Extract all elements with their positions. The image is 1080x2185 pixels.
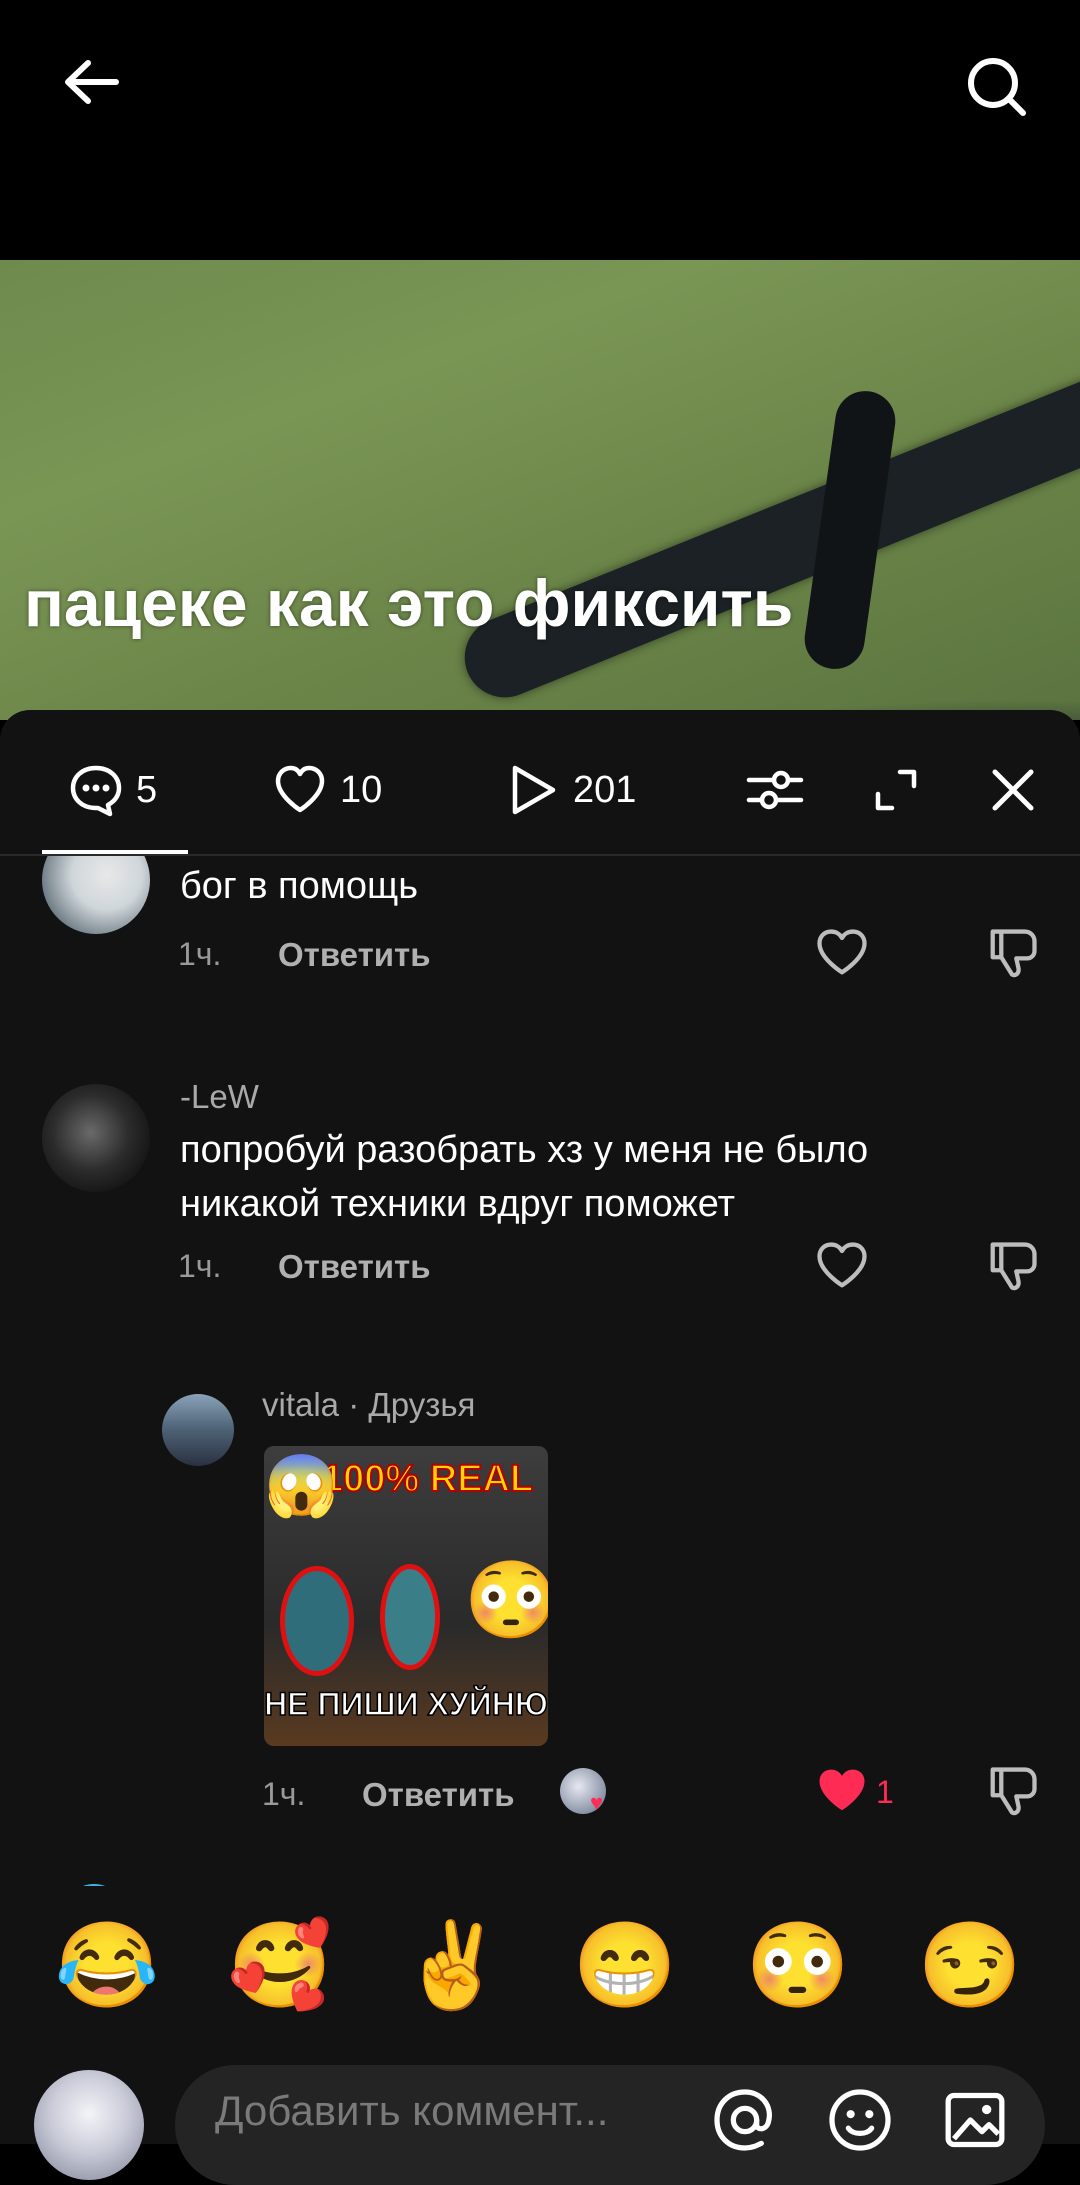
- handlebar-shape: [452, 350, 1080, 710]
- sheet-tabs: 5 10 201: [0, 710, 1080, 856]
- comment-text: бог в помощь: [180, 865, 419, 907]
- emoji-grin-button[interactable]: 😁: [570, 1910, 680, 2020]
- reply-button[interactable]: Ответить: [278, 936, 431, 974]
- comment-text-line: попробуй разобрать хз у меня не было: [180, 1129, 869, 1171]
- filter-button[interactable]: [745, 760, 805, 820]
- emoji-victory-button[interactable]: ✌️: [398, 1910, 508, 2020]
- heart-outline-icon: [817, 929, 867, 975]
- dislike-comment-button[interactable]: [982, 1236, 1042, 1296]
- close-button[interactable]: [983, 760, 1043, 820]
- comment-time: 1ч.: [178, 936, 222, 972]
- search-button[interactable]: [955, 45, 1035, 125]
- avatar[interactable]: [62, 1884, 126, 1886]
- comment-input-placeholder: Добавить коммент...: [215, 2087, 609, 2134]
- sticker-image[interactable]: 100% REAL 😱 😳 НЕ ПИШИ ХУЙНЮ: [264, 1446, 548, 1746]
- comment-author: vitala: [262, 1386, 340, 1423]
- comment-time: 1ч.: [262, 1776, 306, 1812]
- like-comment-button[interactable]: [812, 1236, 872, 1296]
- emoji-flushed-button[interactable]: 😳: [743, 1910, 853, 2020]
- thumbs-down-icon: [990, 929, 1037, 978]
- arrow-left-icon: [65, 60, 119, 104]
- emoji-picker-button[interactable]: [825, 2085, 891, 2151]
- comment-time: 1ч.: [178, 1248, 222, 1284]
- comment-input[interactable]: Добавить коммент...: [175, 2065, 1045, 2185]
- sticker-top-text: 100% REAL: [321, 1457, 534, 1501]
- like-comment-button[interactable]: [812, 1761, 872, 1821]
- expand-icon: [875, 769, 917, 811]
- back-button[interactable]: [58, 50, 138, 130]
- close-icon: [992, 769, 1034, 811]
- my-avatar[interactable]: [34, 2070, 144, 2180]
- flushed-emoji-icon: 😳: [464, 1558, 548, 1643]
- shocked-emoji-icon: 😱: [264, 1452, 339, 1519]
- top-bar: [0, 0, 1080, 260]
- tab-comments[interactable]: 5: [68, 755, 157, 825]
- red-circle-shape: [380, 1564, 440, 1670]
- tab-likes[interactable]: 10: [272, 755, 382, 825]
- comment-text-line: никакой техники вдруг поможет: [180, 1183, 735, 1225]
- avatar[interactable]: [162, 1394, 234, 1466]
- thumbs-down-icon: [990, 1767, 1037, 1816]
- attach-image-button[interactable]: [940, 2085, 1005, 2148]
- reply-button[interactable]: Ответить: [278, 1248, 431, 1286]
- comments-list[interactable]: бог в помощь 1ч. Ответить -LeW попробуй …: [0, 856, 1080, 1886]
- emoji-love-button[interactable]: 🥰: [225, 1910, 335, 2020]
- at-sign-icon: [714, 2089, 772, 2151]
- expand-button[interactable]: [866, 760, 926, 820]
- reply-button[interactable]: Ответить: [362, 1776, 515, 1814]
- avatar[interactable]: [42, 856, 150, 934]
- image-icon: [945, 2092, 1005, 2148]
- comment-bubble-icon: [70, 765, 122, 817]
- heart-filled-icon: [819, 1769, 865, 1811]
- video-caption: пацеке как это фиксить: [24, 566, 794, 640]
- tab-views[interactable]: 201: [505, 755, 636, 825]
- sliders-icon: [746, 770, 804, 810]
- like-comment-button[interactable]: [812, 923, 872, 983]
- quick-emoji-bar: 😂 🥰 ✌️ 😁 😳 😏: [0, 1900, 1080, 2040]
- comment-author-line[interactable]: vitala · Друзья: [262, 1386, 475, 1424]
- mention-button[interactable]: [710, 2085, 772, 2151]
- likes-count: 10: [340, 768, 383, 811]
- comment-author[interactable]: -LeW: [180, 1078, 259, 1116]
- emoji-smirk-button[interactable]: 😏: [915, 1910, 1025, 2020]
- emoji-laugh-button[interactable]: 😂: [52, 1910, 162, 2020]
- heart-outline-icon: [817, 1242, 867, 1288]
- dislike-comment-button[interactable]: [982, 1761, 1042, 1821]
- friends-label: · Друзья: [339, 1386, 476, 1423]
- thumbs-down-icon: [990, 1242, 1037, 1291]
- views-count: 201: [573, 768, 637, 811]
- comments-sheet: 5 10 201 бог в помощь 1ч. Ответить -LeW …: [0, 710, 1080, 2185]
- smiley-icon: [829, 2089, 891, 2151]
- video-preview[interactable]: пацеке как это фиксить: [0, 260, 1080, 720]
- dislike-comment-button[interactable]: [982, 923, 1042, 983]
- comments-count: 5: [136, 768, 158, 811]
- play-outline-icon: [512, 765, 556, 815]
- heart-outline-icon: [275, 765, 325, 813]
- creator-heart-icon: ♥: [590, 1790, 604, 1815]
- comment-input-row: Добавить коммент...: [0, 2050, 1080, 2185]
- red-circle-shape: [280, 1566, 354, 1676]
- comment-like-count: 1: [876, 1774, 894, 1810]
- avatar[interactable]: [42, 1084, 150, 1192]
- sticker-bottom-text: НЕ ПИШИ ХУЙНЮ: [264, 1685, 548, 1723]
- search-icon: [968, 58, 1026, 116]
